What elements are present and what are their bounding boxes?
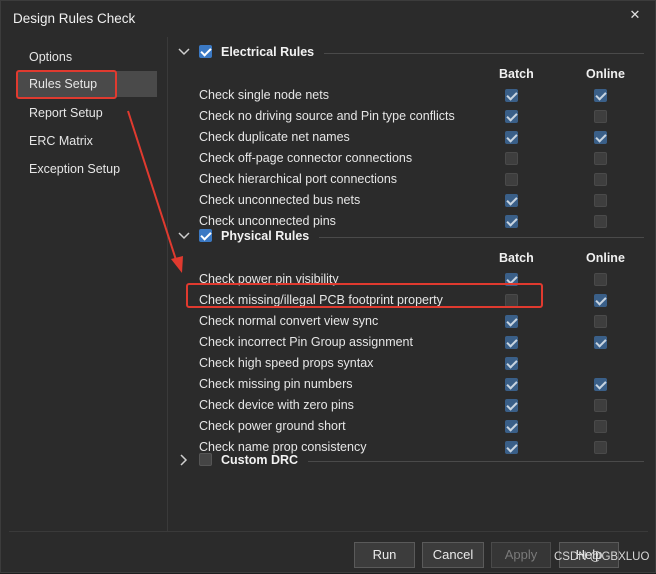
sidebar-item-label: Exception Setup <box>29 162 121 176</box>
rule-label: Check power ground short <box>199 419 346 433</box>
title-bar: Design Rules Check ✕ <box>1 1 655 33</box>
batch-checkbox[interactable] <box>505 399 518 412</box>
annotation-highlight-footprint-rule <box>186 283 543 308</box>
column-header-batch: Batch <box>499 67 534 81</box>
annotation-highlight-rules-setup <box>16 70 117 99</box>
online-checkbox[interactable] <box>594 131 607 144</box>
sidebar-item-erc-matrix[interactable]: ERC Matrix <box>17 128 157 154</box>
sidebar-item-label: Options <box>29 50 73 64</box>
batch-checkbox[interactable] <box>505 336 518 349</box>
batch-checkbox[interactable] <box>505 357 518 370</box>
cancel-button[interactable]: Cancel <box>422 542 484 568</box>
rule-label: Check unconnected bus nets <box>199 193 361 207</box>
online-checkbox[interactable] <box>594 399 607 412</box>
rule-row: Check incorrect Pin Group assignment <box>169 332 648 353</box>
footer-divider <box>9 531 648 532</box>
section-divider <box>319 237 644 238</box>
rule-label: Check duplicate net names <box>199 130 350 144</box>
rule-label: Check hierarchical port connections <box>199 172 398 186</box>
rule-row: Check normal convert view sync <box>169 311 648 332</box>
rule-row: Check duplicate net names <box>169 127 648 148</box>
online-checkbox[interactable] <box>594 315 607 328</box>
rule-label: Check single node nets <box>199 88 329 102</box>
close-icon[interactable]: ✕ <box>625 5 645 25</box>
rule-row: Check power ground short <box>169 416 648 437</box>
section-title: Electrical Rules <box>221 45 315 59</box>
batch-checkbox[interactable] <box>505 173 518 186</box>
section-header-custom-drc: Custom DRC <box>169 451 648 471</box>
rule-label: Check device with zero pins <box>199 398 354 412</box>
batch-checkbox[interactable] <box>505 110 518 123</box>
window-title: Design Rules Check <box>13 11 136 26</box>
column-header-online: Online <box>586 251 625 265</box>
batch-checkbox[interactable] <box>505 152 518 165</box>
rule-label: Check off-page connector connections <box>199 151 413 165</box>
rule-row: Check no driving source and Pin type con… <box>169 106 648 127</box>
online-checkbox[interactable] <box>594 273 607 286</box>
design-rules-check-dialog: Design Rules Check ✕ Options Rules Setup… <box>0 0 656 573</box>
column-header-online: Online <box>586 67 625 81</box>
online-checkbox[interactable] <box>594 89 607 102</box>
section-checkbox-electrical-rules[interactable] <box>199 45 212 58</box>
sidebar-item-exception-setup[interactable]: Exception Setup <box>17 156 157 182</box>
section-divider <box>324 53 644 54</box>
section-title: Physical Rules <box>221 229 310 243</box>
batch-checkbox[interactable] <box>505 194 518 207</box>
section-header-electrical-rules: Electrical Rules <box>169 43 648 63</box>
rule-label: Check no driving source and Pin type con… <box>199 109 455 123</box>
online-checkbox[interactable] <box>594 173 607 186</box>
section-title: Custom DRC <box>221 453 299 467</box>
chevron-down-icon[interactable] <box>177 229 191 243</box>
batch-checkbox[interactable] <box>505 378 518 391</box>
online-checkbox[interactable] <box>594 194 607 207</box>
sidebar-item-label: Report Setup <box>29 106 103 120</box>
online-checkbox[interactable] <box>594 152 607 165</box>
section-checkbox-custom-drc[interactable] <box>199 453 212 466</box>
online-checkbox[interactable] <box>594 378 607 391</box>
batch-checkbox[interactable] <box>505 420 518 433</box>
rule-label: Check high speed props syntax <box>199 356 374 370</box>
column-header-batch: Batch <box>499 251 534 265</box>
sidebar-divider <box>167 37 168 531</box>
online-checkbox[interactable] <box>594 294 607 307</box>
batch-checkbox[interactable] <box>505 315 518 328</box>
apply-button[interactable]: Apply <box>491 542 551 568</box>
section-divider <box>308 461 644 462</box>
sidebar: Options Rules Setup Report Setup ERC Mat… <box>9 37 159 531</box>
run-button[interactable]: Run <box>354 542 415 568</box>
online-checkbox[interactable] <box>594 110 607 123</box>
batch-checkbox[interactable] <box>505 131 518 144</box>
rule-label: Check incorrect Pin Group assignment <box>199 335 413 349</box>
rule-row: Check single node nets <box>169 85 648 106</box>
rule-row: Check high speed props syntax <box>169 353 648 374</box>
section-checkbox-physical-rules[interactable] <box>199 229 212 242</box>
sidebar-item-report-setup[interactable]: Report Setup <box>17 100 157 126</box>
batch-checkbox[interactable] <box>505 89 518 102</box>
rule-label: Check normal convert view sync <box>199 314 379 328</box>
watermark: CSDN @GBXLUO <box>554 551 650 563</box>
online-checkbox[interactable] <box>594 336 607 349</box>
sidebar-item-options[interactable]: Options <box>17 44 157 70</box>
sidebar-item-label: ERC Matrix <box>29 134 93 148</box>
rule-row: Check missing pin numbers <box>169 374 648 395</box>
rule-row: Check hierarchical port connections <box>169 169 648 190</box>
section-header-physical-rules: Physical Rules <box>169 227 648 247</box>
rule-row: Check off-page connector connections <box>169 148 648 169</box>
rule-row: Check unconnected bus nets <box>169 190 648 211</box>
chevron-down-icon[interactable] <box>177 45 191 59</box>
online-checkbox[interactable] <box>594 420 607 433</box>
rule-label: Check missing pin numbers <box>199 377 353 391</box>
chevron-right-icon[interactable] <box>177 453 191 467</box>
rule-label: Check unconnected pins <box>199 214 336 228</box>
rule-row: Check device with zero pins <box>169 395 648 416</box>
